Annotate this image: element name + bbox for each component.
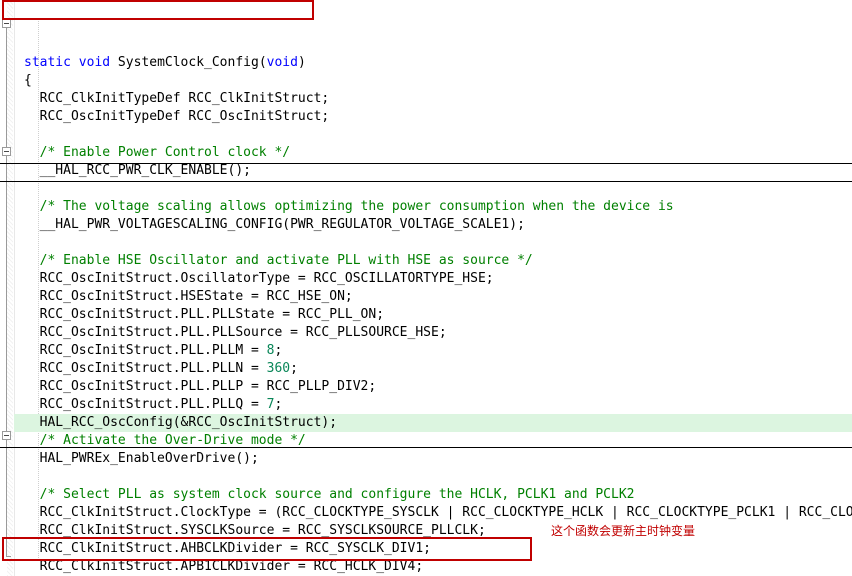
- code-line[interactable]: static void SystemClock_Config(void): [14, 54, 852, 72]
- code-token-pln: __HAL_PWR_VOLTAGESCALING_CONFIG(PWR_REGU…: [39, 217, 525, 232]
- code-token-cmt: /* Enable Power Control clock */: [39, 145, 291, 160]
- gutter-change-stripe: [7, 0, 13, 576]
- code-token-pln: RCC_ClkInitStruct.ClockType = (RCC_CLOCK…: [39, 505, 852, 520]
- code-token-cmt: /* Activate the Over-Drive mode */: [39, 433, 306, 448]
- code-line[interactable]: __HAL_RCC_PWR_CLK_ENABLE();: [14, 162, 852, 180]
- editor-gutter: [0, 0, 15, 576]
- fold-bracket-line: [6, 28, 7, 556]
- code-line[interactable]: {: [14, 72, 852, 90]
- code-token-kw: void: [78, 55, 111, 70]
- code-line[interactable]: [14, 180, 852, 198]
- code-token-pln: RCC_OscInitStruct.PLL.PLLM =: [39, 343, 267, 358]
- code-line[interactable]: RCC_ClkInitStruct.APB1CLKDivider = RCC_H…: [14, 558, 852, 576]
- code-token-pln: RCC_ClkInitTypeDef RCC_ClkInitStruct;: [39, 91, 330, 106]
- code-token-pln: {: [24, 73, 32, 88]
- code-line[interactable]: RCC_ClkInitStruct.ClockType = (RCC_CLOCK…: [14, 504, 852, 522]
- fold-region-rule-voltage: [0, 163, 852, 164]
- code-line[interactable]: RCC_OscInitStruct.PLL.PLLQ = 7;: [14, 396, 852, 414]
- fold-marker-comment-selectpll[interactable]: [2, 431, 11, 440]
- code-token-pln: ): [297, 55, 306, 70]
- code-line[interactable]: /* Select PLL as system clock source and…: [14, 486, 852, 504]
- code-line[interactable]: __HAL_PWR_VOLTAGESCALING_CONFIG(PWR_REGU…: [14, 216, 852, 234]
- code-token-pln: RCC_OscInitStruct.PLL.PLLSource = RCC_PL…: [39, 325, 447, 340]
- code-token-pln: ;: [274, 397, 283, 412]
- code-line[interactable]: RCC_OscInitTypeDef RCC_OscInitStruct;: [14, 108, 852, 126]
- code-token-pln: RCC_ClkInitStruct.AHBCLKDivider = RCC_SY…: [39, 541, 431, 556]
- code-token-pln: ;: [290, 361, 298, 376]
- code-token-pln: RCC_ClkInitStruct.SYSCLKSource = RCC_SYS…: [39, 523, 486, 538]
- code-line[interactable]: /* The voltage scaling allows optimizing…: [14, 198, 852, 216]
- code-line[interactable]: RCC_ClkInitStruct.AHBCLKDivider = RCC_SY…: [14, 540, 852, 558]
- code-token-pln: __HAL_RCC_PWR_CLK_ENABLE();: [39, 163, 251, 178]
- code-text-area[interactable]: static void SystemClock_Config(void){ RC…: [14, 0, 852, 576]
- code-line[interactable]: HAL_PWREx_EnableOverDrive();: [14, 450, 852, 468]
- fold-region-rule-selectpll: [0, 447, 852, 448]
- code-token-pln: SystemClock_Config(: [110, 55, 267, 70]
- code-token-pln: RCC_OscInitTypeDef RCC_OscInitStruct;: [39, 109, 330, 124]
- annotation-chinese-note: 这个函数会更新主时钟变量: [551, 524, 696, 538]
- fold-marker-function[interactable]: [2, 19, 11, 28]
- code-token-num: 360: [266, 361, 291, 376]
- code-token-kw: static: [24, 55, 71, 70]
- code-line[interactable]: HAL_RCC_OscConfig(&RCC_OscInitStruct);: [14, 414, 852, 432]
- code-line[interactable]: RCC_OscInitStruct.PLL.PLLSource = RCC_PL…: [14, 324, 852, 342]
- code-token-pln: RCC_OscInitStruct.PLL.PLLP = RCC_PLLP_DI…: [39, 379, 377, 394]
- code-token-cmt: /* The voltage scaling allows optimizing…: [39, 199, 674, 214]
- code-token-pln: RCC_OscInitStruct.PLL.PLLQ =: [39, 397, 267, 412]
- code-line[interactable]: [14, 468, 852, 486]
- code-line[interactable]: RCC_OscInitStruct.OscillatorType = RCC_O…: [14, 270, 852, 288]
- code-token-pln: RCC_ClkInitStruct.APB1CLKDivider = RCC_H…: [39, 559, 424, 574]
- code-line[interactable]: RCC_ClkInitStruct.SYSCLKSource = RCC_SYS…: [14, 522, 852, 540]
- fold-region-rule-voltage-2: [0, 181, 852, 182]
- code-token-pln: [71, 55, 79, 70]
- code-line[interactable]: RCC_OscInitStruct.HSEState = RCC_HSE_ON;: [14, 288, 852, 306]
- code-token-pln: RCC_OscInitStruct.HSEState = RCC_HSE_ON;: [39, 289, 353, 304]
- fold-bracket-foot: [6, 556, 11, 557]
- code-line[interactable]: RCC_OscInitStruct.PLL.PLLN = 360;: [14, 360, 852, 378]
- code-line[interactable]: [14, 234, 852, 252]
- code-token-pln: RCC_OscInitStruct.OscillatorType = RCC_O…: [39, 271, 494, 286]
- code-token-cmt: /* Enable HSE Oscillator and activate PL…: [39, 253, 533, 268]
- code-line[interactable]: RCC_ClkInitTypeDef RCC_ClkInitStruct;: [14, 90, 852, 108]
- code-token-pln: RCC_OscInitStruct.PLL.PLLN =: [39, 361, 267, 376]
- code-line[interactable]: /* Enable Power Control clock */: [14, 144, 852, 162]
- code-line[interactable]: RCC_OscInitStruct.PLL.PLLP = RCC_PLLP_DI…: [14, 378, 852, 396]
- code-line[interactable]: /* Enable HSE Oscillator and activate PL…: [14, 252, 852, 270]
- code-token-pln: HAL_RCC_OscConfig(&RCC_OscInitStruct);: [39, 415, 338, 430]
- code-token-pln: ;: [274, 343, 283, 358]
- code-token-kw: void: [266, 55, 298, 70]
- code-line[interactable]: [14, 126, 852, 144]
- code-editor[interactable]: static void SystemClock_Config(void){ RC…: [0, 0, 852, 576]
- code-token-pln: HAL_PWREx_EnableOverDrive();: [39, 451, 259, 466]
- code-line[interactable]: RCC_OscInitStruct.PLL.PLLM = 8;: [14, 342, 852, 360]
- code-line[interactable]: RCC_OscInitStruct.PLL.PLLState = RCC_PLL…: [14, 306, 852, 324]
- code-token-cmt: /* Select PLL as system clock source and…: [39, 487, 635, 502]
- code-token-pln: RCC_OscInitStruct.PLL.PLLState = RCC_PLL…: [39, 307, 385, 322]
- fold-marker-comment-voltage[interactable]: [2, 147, 11, 156]
